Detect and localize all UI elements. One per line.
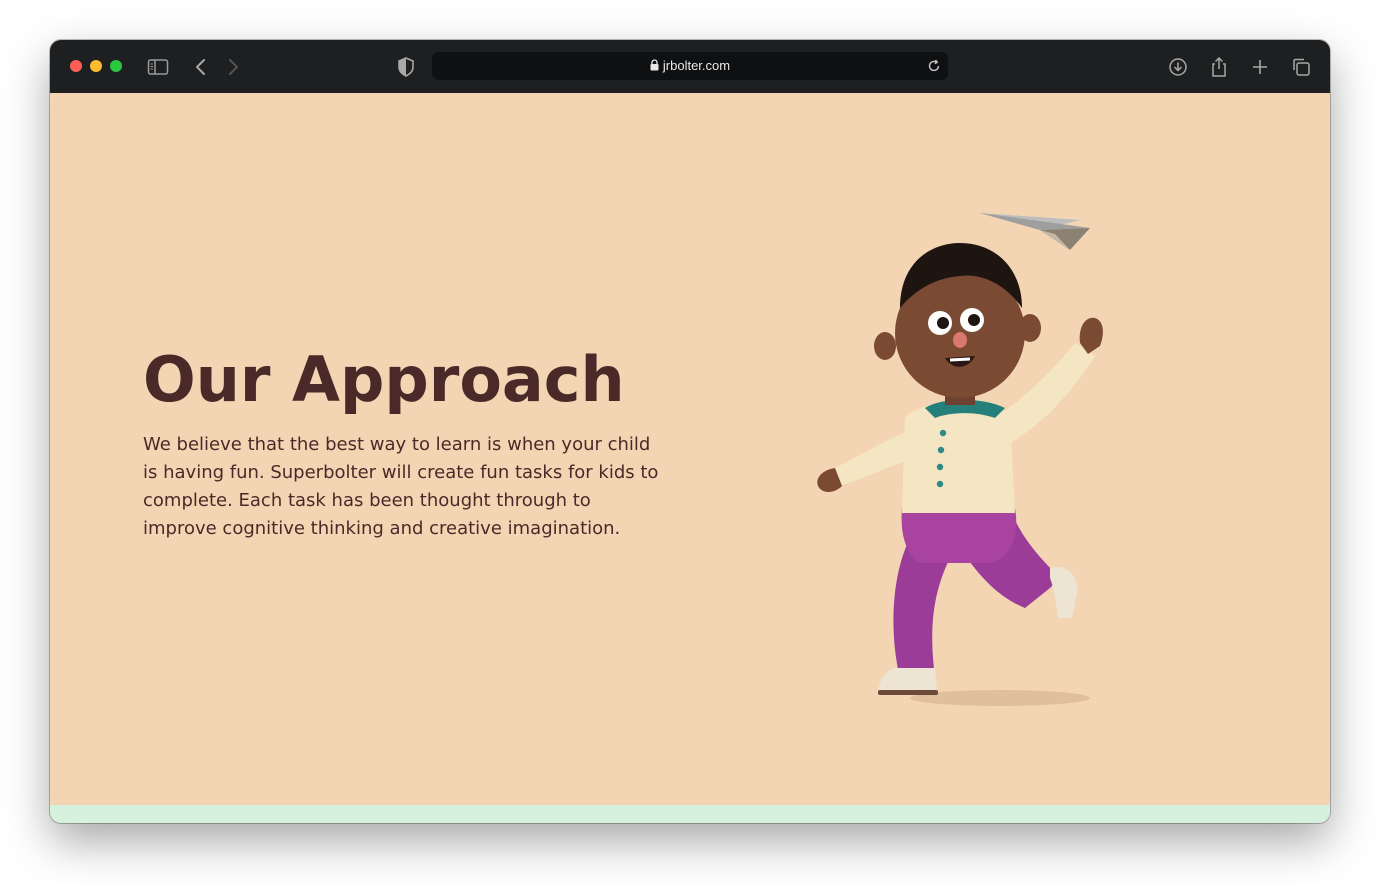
address-bar[interactable]: jrbolter.com <box>432 52 948 80</box>
boy-paper-plane-illustration <box>817 213 1103 706</box>
approach-section: Our Approach We believe that the best wa… <box>50 93 1330 805</box>
section-heading: Our Approach <box>143 343 625 416</box>
download-icon[interactable] <box>1165 54 1191 80</box>
back-icon[interactable] <box>188 54 214 80</box>
tabs-icon[interactable] <box>1288 54 1314 80</box>
browser-window: jrbolter.com Our Approach We believe tha… <box>50 40 1330 823</box>
lock-icon <box>650 53 659 81</box>
url-display: jrbolter.com <box>432 52 948 80</box>
forward-icon[interactable] <box>220 54 246 80</box>
minimize-window-button[interactable] <box>90 60 102 72</box>
sidebar-icon[interactable] <box>145 54 171 80</box>
browser-toolbar: jrbolter.com <box>50 40 1330 93</box>
section-description: We believe that the best way to learn is… <box>143 434 659 539</box>
share-icon[interactable] <box>1206 54 1232 80</box>
next-section-strip <box>50 805 1330 823</box>
plus-icon[interactable] <box>1247 54 1273 80</box>
reload-icon[interactable] <box>926 58 942 74</box>
zoom-window-button[interactable] <box>110 60 122 72</box>
shield-icon[interactable] <box>393 54 419 80</box>
paper-plane-icon <box>980 213 1090 250</box>
url-text: jrbolter.com <box>662 58 731 73</box>
close-window-button[interactable] <box>70 60 82 72</box>
